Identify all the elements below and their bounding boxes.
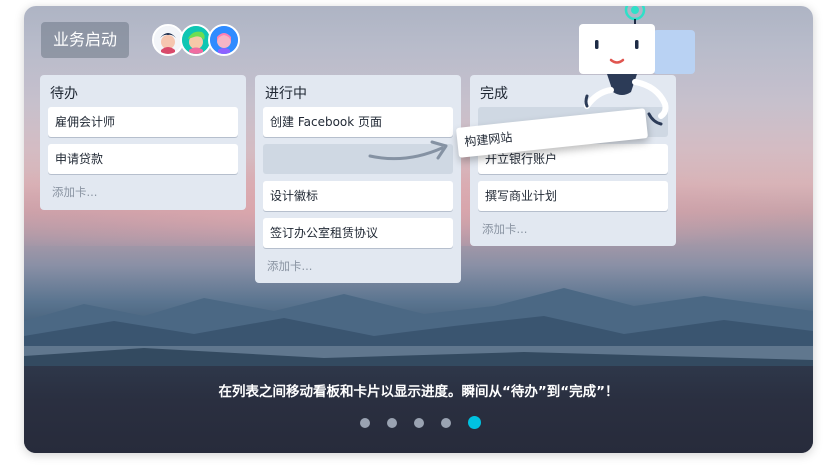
board-title[interactable]: 业务启动 bbox=[41, 22, 130, 58]
list-in-progress[interactable]: 进行中 创建 Facebook 页面 设计徽标 签订办公室租赁协议 添加卡... bbox=[255, 75, 461, 283]
avatar-1-icon bbox=[154, 26, 182, 54]
list-title: 进行中 bbox=[265, 86, 307, 102]
add-card-button[interactable]: 添加卡... bbox=[478, 218, 668, 242]
card[interactable]: 创建 Facebook 页面 bbox=[263, 107, 453, 137]
avatar-2-icon bbox=[182, 26, 210, 54]
carousel-dot-active[interactable] bbox=[468, 416, 481, 429]
carousel-dot[interactable] bbox=[387, 417, 397, 428]
card[interactable]: 申请贷款 bbox=[48, 144, 238, 174]
add-card-button[interactable]: 添加卡... bbox=[263, 255, 453, 279]
member-avatars bbox=[152, 24, 240, 56]
carousel-dot[interactable] bbox=[441, 417, 451, 428]
robot-mascot-icon bbox=[579, 6, 695, 126]
list-title: 待办 bbox=[50, 86, 78, 102]
card[interactable]: 雇佣会计师 bbox=[48, 107, 238, 137]
avatar-3-icon bbox=[210, 26, 238, 54]
avatar[interactable] bbox=[208, 24, 240, 56]
card[interactable]: 设计徽标 bbox=[263, 181, 453, 211]
card[interactable]: 签订办公室租赁协议 bbox=[263, 218, 453, 248]
list-todo[interactable]: 待办 雇佣会计师 申请贷款 添加卡... bbox=[40, 75, 246, 210]
hero-slide: 业务启动 待办 雇佣会计师 申请贷款 添加卡... 进行中 创建 Faceboo… bbox=[24, 6, 813, 453]
slide-caption: 在列表之间移动看板和卡片以显示进度。瞬间从“待办”到“完成”！ bbox=[218, 384, 619, 400]
carousel-dots bbox=[360, 416, 498, 429]
drag-arrow-icon bbox=[368, 140, 448, 161]
carousel-dot[interactable] bbox=[414, 417, 424, 428]
add-card-button[interactable]: 添加卡... bbox=[48, 181, 238, 205]
carousel-dot[interactable] bbox=[360, 417, 370, 428]
card[interactable]: 撰写商业计划 bbox=[478, 181, 668, 211]
